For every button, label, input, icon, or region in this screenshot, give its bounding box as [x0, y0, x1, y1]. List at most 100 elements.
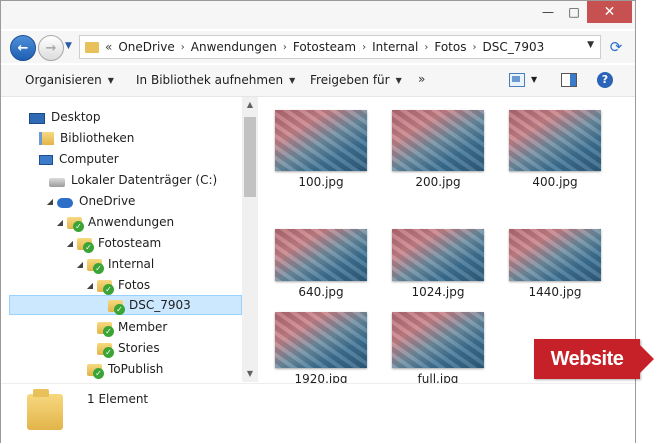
scrollbar-thumb[interactable]: [244, 117, 256, 197]
tree-item-label: Fotos: [118, 278, 151, 292]
file-tile[interactable]: 200.jpg: [388, 110, 488, 189]
image-thumbnail: [392, 312, 484, 368]
tree-item-label: Member: [118, 320, 168, 334]
file-name: 400.jpg: [532, 175, 578, 189]
share-with-menu[interactable]: Freigeben für ▼: [310, 73, 402, 87]
command-bar: Organisieren ▼ In Bibliothek aufnehmen ▼…: [1, 65, 635, 97]
tree-item-internal[interactable]: ◢ ✓ Internal: [75, 254, 154, 274]
tree-item-label: Desktop: [51, 110, 101, 124]
expand-arrow-icon[interactable]: ◢: [55, 218, 65, 227]
tree-item-dsc-7903[interactable]: ✓ DSC_7903: [9, 295, 242, 315]
website-badge[interactable]: Website: [534, 339, 654, 379]
minimize-button[interactable]: —: [535, 1, 561, 23]
expand-arrow-icon[interactable]: ◢: [45, 197, 55, 206]
breadcrumb-fotos[interactable]: Fotos: [434, 40, 466, 54]
breadcrumb-separator[interactable]: ›: [424, 42, 428, 53]
expand-arrow-icon[interactable]: ◢: [85, 281, 95, 290]
file-tile[interactable]: 640.jpg: [271, 221, 371, 299]
tree-item-label: Anwendungen: [88, 215, 175, 229]
navigation-scrollbar[interactable]: ▲ ▼: [242, 97, 258, 382]
breadcrumb-separator[interactable]: ›: [362, 42, 366, 53]
share-label: Freigeben für: [310, 73, 390, 87]
tree-item-member[interactable]: ✓ Member: [95, 317, 167, 337]
back-button[interactable]: ←: [10, 35, 36, 61]
address-bar[interactable]: « OneDrive › Anwendungen › Fotosteam › I…: [79, 35, 601, 59]
include-in-library-menu[interactable]: In Bibliothek aufnehmen ▼: [136, 73, 295, 87]
organize-menu[interactable]: Organisieren ▼: [25, 73, 114, 87]
image-thumbnail: [509, 110, 601, 171]
folder-synced-icon: ✓: [97, 322, 114, 337]
libraries-icon: [39, 131, 54, 145]
folder-synced-icon: ✓: [87, 259, 104, 274]
tree-item-label: ToPublish: [108, 362, 164, 376]
onedrive-icon: [57, 198, 73, 208]
tree-item-fotosteam[interactable]: ◢ ✓ Fotosteam: [65, 233, 161, 253]
file-name: 640.jpg: [298, 285, 344, 299]
file-name: 100.jpg: [298, 175, 344, 189]
tree-item-label: Computer: [59, 152, 119, 166]
folder-synced-icon: ✓: [97, 343, 114, 358]
file-tile[interactable]: 400.jpg: [505, 110, 605, 189]
library-label: In Bibliothek aufnehmen: [136, 73, 284, 87]
help-icon: ?: [597, 72, 613, 88]
help-button[interactable]: ?: [597, 72, 613, 88]
tree-item-label: Internal: [108, 257, 155, 271]
tree-item-label: Bibliotheken: [60, 131, 135, 145]
address-row: ← → ▼ « OneDrive › Anwendungen › Fotoste…: [1, 31, 635, 63]
tree-item-onedrive[interactable]: ◢ OneDrive: [45, 191, 135, 211]
folder-icon: [85, 41, 99, 53]
tree-item-local-disk[interactable]: Lokaler Datenträger (C:): [47, 170, 217, 190]
folder-synced-icon: ✓: [87, 364, 104, 379]
tree-item-desktop[interactable]: Desktop: [27, 107, 101, 127]
maximize-button[interactable]: □: [561, 1, 587, 23]
folder-icon: [27, 389, 63, 430]
item-count: 1 Element: [87, 392, 149, 406]
tree-item-stories[interactable]: ✓ Stories: [95, 338, 160, 358]
file-tile[interactable]: 1440.jpg: [505, 221, 605, 299]
breadcrumb-overflow[interactable]: «: [105, 40, 112, 54]
caret-down-icon: ▼: [395, 75, 402, 85]
file-tile[interactable]: full.jpg: [388, 304, 488, 386]
more-commands-button[interactable]: »: [418, 72, 425, 86]
tree-item-fotos[interactable]: ◢ ✓ Fotos: [85, 275, 150, 295]
drive-icon: [49, 178, 65, 187]
view-options-dropdown[interactable]: ▼: [531, 75, 537, 84]
folder-synced-icon: ✓: [67, 217, 84, 232]
tree-item-label: DSC_7903: [129, 298, 191, 312]
breadcrumb-fotosteam[interactable]: Fotosteam: [293, 40, 356, 54]
file-tile[interactable]: 1920.jpg: [271, 304, 371, 386]
recent-locations-dropdown[interactable]: ▼: [65, 41, 72, 51]
breadcrumb-separator[interactable]: ›: [181, 42, 185, 53]
image-thumbnail: [392, 110, 484, 171]
change-view-button[interactable]: [509, 73, 525, 90]
scroll-down-icon[interactable]: ▼: [242, 366, 258, 382]
navigation-pane[interactable]: Desktop Bibliotheken Computer Lokaler Da…: [9, 97, 259, 382]
file-tile[interactable]: 100.jpg: [271, 110, 371, 189]
file-name: 1024.jpg: [411, 285, 465, 299]
organize-label: Organisieren: [25, 73, 102, 87]
caret-down-icon: ▼: [107, 75, 114, 85]
breadcrumb-separator[interactable]: ›: [472, 42, 476, 53]
breadcrumb-internal[interactable]: Internal: [372, 40, 418, 54]
scroll-up-icon[interactable]: ▲: [242, 97, 258, 113]
breadcrumb-onedrive[interactable]: OneDrive: [118, 40, 174, 54]
caret-down-icon: ▼: [289, 75, 296, 85]
image-thumbnail: [275, 229, 367, 281]
tree-item-anwendungen[interactable]: ◢ ✓ Anwendungen: [55, 212, 174, 232]
tree-item-topublish[interactable]: ✓ ToPublish: [85, 359, 163, 379]
breadcrumb-dsc-7903[interactable]: DSC_7903: [482, 40, 544, 54]
desktop-icon: [29, 112, 45, 124]
close-button[interactable]: ✕: [587, 1, 632, 23]
chevron-down-icon[interactable]: ▼: [587, 40, 594, 50]
view-icon: [509, 73, 525, 87]
tree-item-computer[interactable]: Computer: [37, 149, 119, 169]
breadcrumb-anwendungen[interactable]: Anwendungen: [191, 40, 277, 54]
tree-item-bibliotheken[interactable]: Bibliotheken: [37, 128, 134, 148]
forward-button[interactable]: →: [38, 35, 64, 61]
breadcrumb-separator[interactable]: ›: [283, 42, 287, 53]
file-tile[interactable]: 1024.jpg: [388, 221, 488, 299]
expand-arrow-icon[interactable]: ◢: [65, 239, 75, 248]
preview-pane-button[interactable]: [561, 73, 577, 90]
refresh-button[interactable]: ⟳: [605, 37, 627, 57]
expand-arrow-icon[interactable]: ◢: [75, 260, 85, 269]
